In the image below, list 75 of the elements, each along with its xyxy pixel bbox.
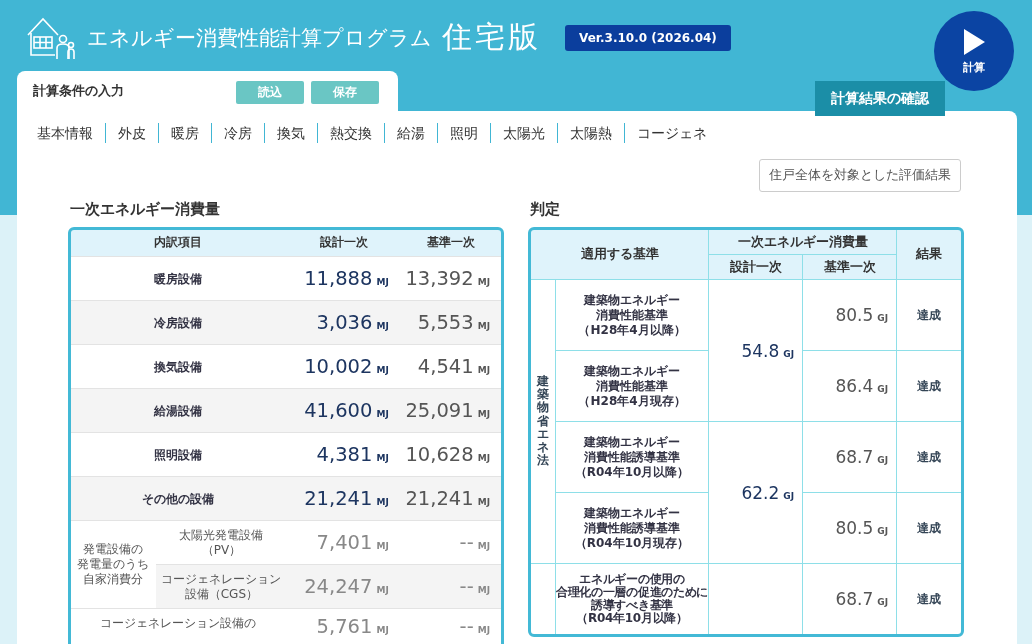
column-header: 一次エネルギー消費量 bbox=[737, 233, 868, 249]
reference-value: -- MJ bbox=[459, 615, 490, 638]
result-text: 達成 bbox=[917, 449, 941, 464]
result-text: 達成 bbox=[917, 591, 941, 606]
criterion-label: 建築物エネルギー 消費性能誘導基準 （R04年10月現存） bbox=[574, 505, 690, 550]
reference-value: 21,241 MJ bbox=[405, 486, 490, 510]
reference-value: 5,553 MJ bbox=[417, 310, 490, 334]
item-label: コージェネレーション 設備（CGS） bbox=[161, 571, 282, 601]
nav-link[interactable]: コージェネ bbox=[624, 123, 719, 143]
design-value: 11,888 MJ bbox=[304, 266, 389, 290]
design-value: 21,241 MJ bbox=[304, 486, 389, 510]
input-tab-label: 計算条件の入力 bbox=[33, 82, 125, 100]
reference-value: -- MJ bbox=[459, 574, 490, 598]
reference-value: 68.7 GJ bbox=[835, 589, 889, 609]
reference-value: -- MJ bbox=[459, 530, 490, 554]
criterion-label: 建築物エネルギー 消費性能基準 （H28年4月以降） bbox=[578, 292, 686, 337]
design-value: 62.2 GJ bbox=[741, 482, 795, 503]
criterion-label: 建築物エネルギー 消費性能誘導基準 （R04年10月以降） bbox=[574, 434, 690, 479]
item-label: 換気設備 bbox=[154, 359, 203, 374]
group-label: 発電設備の 発電量のうち 自家消費分 bbox=[77, 542, 149, 586]
nav-link[interactable]: 照明 bbox=[437, 123, 490, 143]
column-header: 設計一次 bbox=[319, 235, 368, 249]
evaluation-button[interactable]: 住戸全体を対象とした評価結果 bbox=[759, 159, 961, 192]
edition-title: 住宅版 bbox=[442, 18, 541, 56]
item-label: 暖房設備 bbox=[154, 271, 203, 286]
reference-value: 13,392 MJ bbox=[405, 266, 490, 290]
item-label: 給湯設備 bbox=[154, 403, 203, 418]
result-text: 達成 bbox=[917, 307, 941, 322]
column-header: 基準一次 bbox=[427, 235, 476, 249]
nav-link[interactable]: 冷房 bbox=[211, 123, 264, 143]
result-text: 達成 bbox=[917, 378, 941, 393]
section-title: 判定 bbox=[530, 200, 561, 219]
play-icon bbox=[962, 27, 986, 56]
item-label: 照明設備 bbox=[154, 447, 203, 462]
design-value: 3,036 MJ bbox=[316, 310, 389, 334]
reference-value: 80.5 GJ bbox=[835, 518, 889, 538]
design-value: 7,401 MJ bbox=[316, 530, 389, 554]
item-label: 太陽光発電設備 （PV） bbox=[179, 527, 264, 557]
criterion-label: エネルギーの使用の 合理化の一層の促進のために 誘導すべき基準 （R04年10月以降） bbox=[556, 571, 709, 626]
calculate-button[interactable]: 計算 bbox=[934, 11, 1014, 91]
criterion-label: 建築物エネルギー 消費性能基準 （H28年4月現存） bbox=[578, 363, 686, 408]
column-header: 内訳項目 bbox=[154, 235, 203, 249]
reference-value: 4,541 MJ bbox=[417, 354, 490, 378]
nav-link[interactable]: 太陽熱 bbox=[557, 123, 624, 143]
nav-link[interactable]: 太陽光 bbox=[490, 123, 557, 143]
results-tab[interactable]: 計算結果の確認 bbox=[815, 81, 945, 116]
nav-link[interactable]: 外皮 bbox=[105, 123, 158, 143]
reference-value: 86.4 GJ bbox=[835, 376, 889, 396]
app-title: エネルギー消費性能計算プログラム bbox=[87, 24, 432, 52]
column-header: 適用する基準 bbox=[580, 246, 659, 261]
nav-link[interactable]: 暖房 bbox=[158, 123, 211, 143]
result-text: 達成 bbox=[917, 520, 941, 535]
nav-link[interactable]: 給湯 bbox=[384, 123, 437, 143]
nav-link[interactable]: 基本情報 bbox=[37, 123, 105, 143]
item-label: 冷房設備 bbox=[154, 315, 203, 330]
design-value: 10,002 MJ bbox=[304, 354, 389, 378]
column-header: 設計一次 bbox=[729, 258, 782, 274]
design-value: 5,761 MJ bbox=[316, 615, 389, 638]
item-label: その他の設備 bbox=[142, 491, 215, 506]
nav-link[interactable]: 熱交換 bbox=[317, 123, 384, 143]
design-value: 41,600 MJ bbox=[304, 398, 389, 422]
reference-value: 80.5 GJ bbox=[835, 305, 889, 325]
design-value: 4,381 MJ bbox=[316, 442, 389, 466]
reference-value: 25,091 MJ bbox=[405, 398, 490, 422]
item-label: コージェネレーション設備の bbox=[100, 616, 257, 630]
version-badge: Ver.3.10.0 (2026.04) bbox=[565, 24, 731, 51]
law-label: 建築物省エネ法 bbox=[537, 374, 549, 468]
reference-value: 68.7 GJ bbox=[835, 447, 889, 467]
design-value: 54.8 GJ bbox=[741, 340, 795, 361]
nav-link[interactable]: 換気 bbox=[264, 123, 317, 143]
section-title: 一次エネルギー消費量 bbox=[70, 200, 221, 219]
column-header: 基準一次 bbox=[823, 258, 876, 274]
design-value: 24,247 MJ bbox=[304, 574, 389, 598]
column-header: 結果 bbox=[916, 246, 942, 261]
reference-value: 10,628 MJ bbox=[405, 442, 490, 466]
